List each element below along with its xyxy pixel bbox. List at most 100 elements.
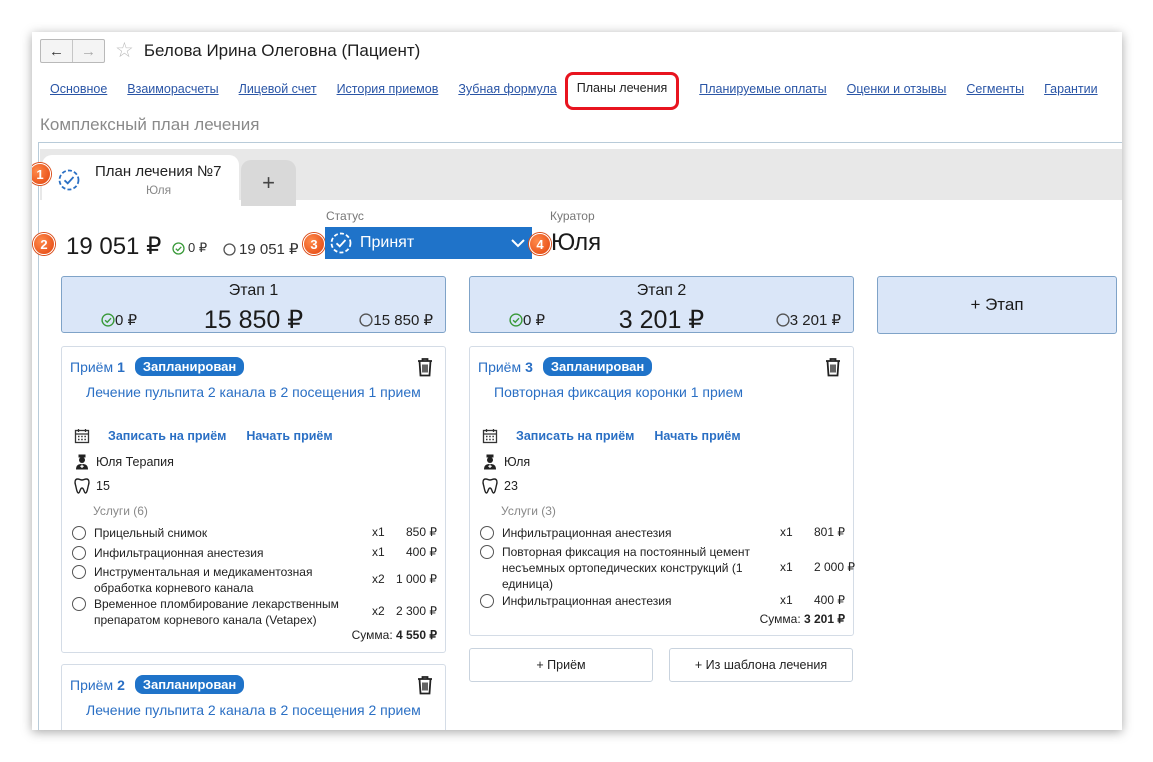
- visit-1-services-header: Услуги (6): [93, 504, 148, 518]
- service-radio[interactable]: [480, 594, 494, 608]
- visit-3-start-link[interactable]: Начать приём: [654, 429, 740, 443]
- service-price: 2 000 ₽: [814, 560, 855, 574]
- visit-1-status-badge: Запланирован: [134, 357, 245, 376]
- visit-3-tooth-row: 23: [480, 477, 518, 495]
- doctor-icon: [480, 453, 500, 471]
- service-radio[interactable]: [72, 546, 86, 560]
- calendar-icon: [480, 427, 500, 445]
- plan-paid: 0 ₽: [172, 240, 207, 256]
- tab-planned-payments[interactable]: Планируемые оплаты: [699, 82, 826, 110]
- visit-1-book-link[interactable]: Записать на приём: [108, 429, 226, 443]
- plan-remaining: 19 051 ₽: [223, 240, 299, 258]
- empty-circle-icon: [776, 313, 790, 327]
- tab-main[interactable]: Основное: [50, 82, 107, 110]
- visit-1-number: 1: [117, 358, 125, 375]
- status-select[interactable]: Принят: [325, 227, 532, 259]
- add-from-template-button[interactable]: + Из шаблона лечения: [669, 648, 853, 682]
- trash-icon[interactable]: [416, 675, 434, 695]
- tab-settlements[interactable]: Взаиморасчеты: [127, 82, 218, 110]
- visit-1-start-link[interactable]: Начать приём: [246, 429, 332, 443]
- visit-2-status-badge: Запланирован: [134, 675, 245, 694]
- service-price: 801 ₽: [814, 525, 845, 539]
- service-price: 850 ₽: [406, 525, 437, 539]
- visit-1-doctor: Юля Терапия: [96, 455, 174, 469]
- plan-paid-value: 0 ₽: [188, 240, 208, 255]
- service-name: Прицельный снимок: [94, 526, 208, 540]
- service-name: Повторная фиксация на постоянный цемент …: [502, 545, 751, 591]
- visit-3-book-link[interactable]: Записать на приём: [516, 429, 634, 443]
- visit-1-tooth-row: 15: [72, 477, 110, 495]
- tab-visit-history[interactable]: История приемов: [337, 82, 439, 110]
- visit-1-total: Сумма: 4 550 ₽: [352, 628, 437, 642]
- plan-remaining-value: 19 051 ₽: [239, 241, 299, 258]
- service-qty: x1: [780, 525, 793, 539]
- calendar-icon: [72, 427, 92, 445]
- title-bar: ← → ☆ Белова Ирина Олеговна (Пациент): [40, 38, 420, 64]
- back-button[interactable]: ←: [41, 40, 72, 62]
- chevron-down-icon: [511, 239, 525, 248]
- stage-2-remaining-value: 3 201 ₽: [789, 312, 841, 329]
- service-radio[interactable]: [480, 526, 494, 540]
- annotation-badge-4: 4: [529, 233, 551, 255]
- empty-circle-icon: [359, 313, 374, 327]
- visit-2-header: Приём 2 Запланирован: [70, 675, 245, 694]
- visit-3-number: 3: [525, 358, 533, 375]
- plan-tab-title: План лечения №7: [95, 163, 222, 180]
- trash-icon[interactable]: [416, 357, 434, 377]
- forward-button[interactable]: →: [72, 40, 104, 62]
- visit-1-header: Приём 1 Запланирован: [70, 357, 245, 376]
- stage-1-remaining-value: 15 850 ₽: [373, 312, 433, 329]
- tab-guarantees[interactable]: Гарантии: [1044, 82, 1098, 110]
- visit-3-header: Приём 3 Запланирован: [478, 357, 653, 376]
- tab-treatment-plans[interactable]: Планы лечения: [564, 72, 680, 110]
- service-qty: x1: [372, 525, 385, 539]
- favorite-star-icon[interactable]: ☆: [115, 40, 134, 62]
- plan-tab-7[interactable]: План лечения №7 Юля: [42, 155, 239, 206]
- visit-1-treatment[interactable]: Лечение пульпита 2 канала в 2 посещения …: [86, 384, 421, 400]
- service-radio[interactable]: [480, 545, 494, 559]
- service-radio[interactable]: [72, 565, 86, 579]
- stage-1-header[interactable]: Этап 1 0 ₽ 15 850 ₽ 15 850 ₽: [61, 276, 446, 334]
- doctor-icon: [72, 453, 92, 471]
- section-tabs: Основное Взаиморасчеты Лицевой счет Исто…: [50, 72, 1118, 110]
- status-accepted-icon: [330, 232, 352, 254]
- stage-1-title: Этап 1: [228, 282, 279, 299]
- stage-2-header[interactable]: Этап 2 0 ₽ 3 201 ₽ 3 201 ₽: [469, 276, 854, 334]
- visit-3-actions: Записать на приём Начать приём: [480, 427, 741, 445]
- visit-card-2: Приём 2 Запланирован Лечение пульпита 2 …: [61, 664, 446, 730]
- add-visit-button[interactable]: + Приём: [469, 648, 653, 682]
- annotation-badge-2: 2: [33, 233, 55, 255]
- add-stage-button[interactable]: + Этап: [877, 276, 1117, 334]
- service-row: Инструментальная и медикаментозная обраб…: [72, 564, 437, 596]
- visit-2-treatment[interactable]: Лечение пульпита 2 канала в 2 посещения …: [86, 702, 421, 718]
- trash-icon[interactable]: [824, 357, 842, 377]
- service-row: Инфильтрационная анестезия x1 801 ₽: [480, 525, 845, 541]
- visit-3-prefix: Приём: [478, 358, 522, 375]
- visit-3-doctor-row: Юля: [480, 453, 530, 471]
- service-row: Временное пломбирование лекарственным пр…: [72, 596, 437, 628]
- add-plan-tab-button[interactable]: +: [241, 160, 296, 206]
- service-radio[interactable]: [72, 526, 86, 540]
- visit-2-prefix: Приём: [70, 676, 114, 693]
- service-name: Инфильтрационная анестезия: [502, 594, 672, 608]
- status-label: Статус: [326, 209, 364, 223]
- visit-3-tooth: 23: [504, 479, 518, 493]
- visit-card-1: Приём 1 Запланирован Лечение пульпита 2 …: [61, 346, 446, 653]
- visit-3-doctor: Юля: [504, 455, 531, 469]
- plan-tab-owner: Юля: [146, 183, 172, 197]
- service-price: 400 ₽: [814, 593, 845, 607]
- visit-1-total-value: 4 550 ₽: [396, 628, 437, 642]
- tooth-icon: [480, 477, 500, 495]
- visit-1-total-label: Сумма:: [351, 628, 393, 642]
- curator-value[interactable]: Юля: [551, 229, 601, 257]
- tab-dental-formula[interactable]: Зубная формула: [458, 82, 556, 110]
- page-subtitle: Комплексный план лечения: [40, 115, 260, 134]
- tab-reviews[interactable]: Оценки и отзывы: [847, 82, 947, 110]
- service-radio[interactable]: [72, 597, 86, 611]
- tab-personal-account[interactable]: Лицевой счет: [239, 82, 317, 110]
- service-row: Прицельный снимок x1 850 ₽: [72, 525, 437, 541]
- tab-segments[interactable]: Сегменты: [966, 82, 1024, 110]
- stage-2-title: Этап 2: [636, 282, 687, 299]
- service-name: Инструментальная и медикаментозная обраб…: [94, 565, 313, 595]
- visit-3-treatment[interactable]: Повторная фиксация коронки 1 прием: [494, 384, 743, 400]
